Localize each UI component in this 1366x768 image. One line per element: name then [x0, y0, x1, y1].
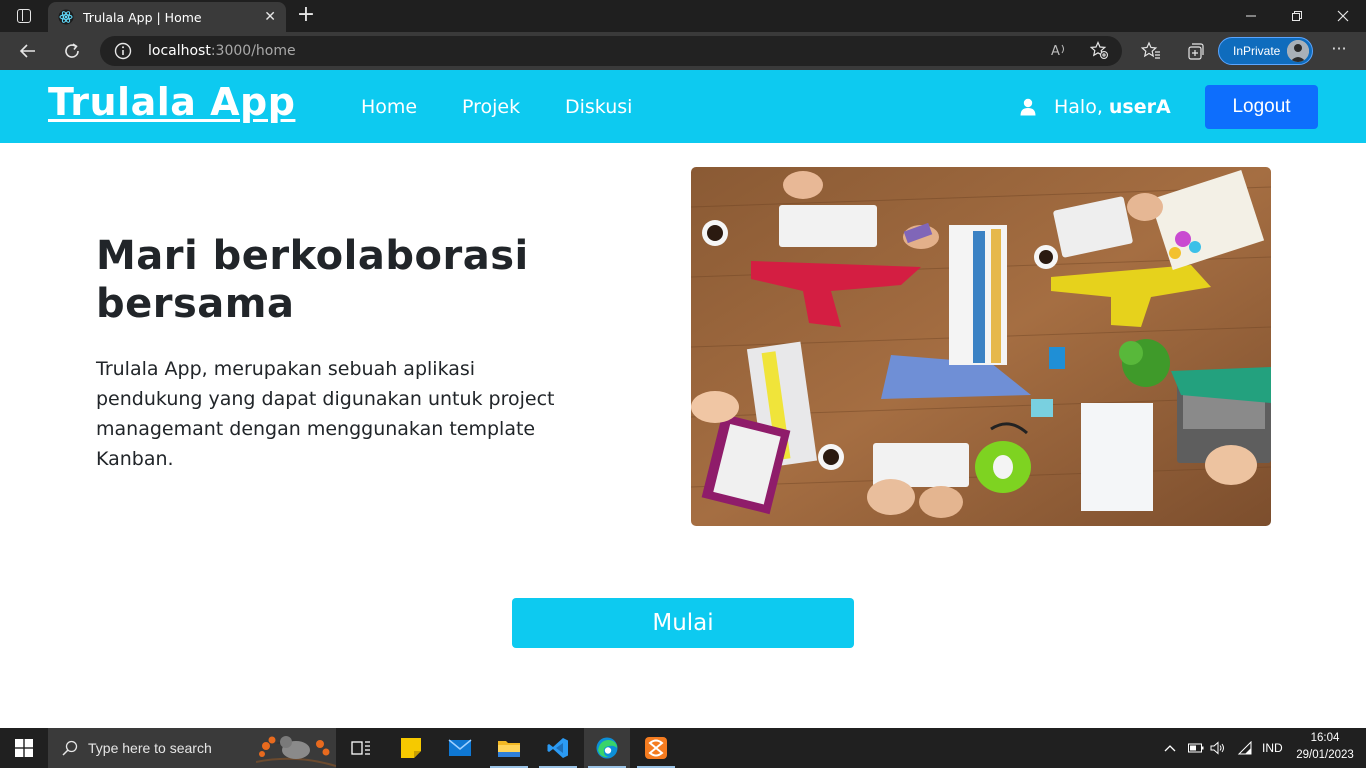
refresh-icon[interactable] — [58, 37, 86, 65]
react-favicon-icon — [58, 9, 74, 25]
edge-browser-icon[interactable] — [584, 728, 630, 768]
tab-actions-icon[interactable] — [8, 4, 40, 28]
user-icon — [1020, 98, 1036, 116]
clock[interactable]: 16:04 29/01/2023 — [1290, 730, 1360, 764]
minimize-icon[interactable] — [1228, 0, 1274, 32]
read-aloud-icon[interactable]: A — [1050, 41, 1068, 63]
settings-more-icon[interactable]: ··· — [1326, 38, 1352, 64]
brand-logo-link[interactable]: Trulala App — [48, 80, 295, 124]
url-host: localhost — [148, 43, 211, 59]
url-field[interactable]: localhost:3000/home A — [100, 36, 1122, 66]
mail-icon[interactable] — [437, 728, 483, 768]
username: userA — [1108, 96, 1171, 118]
app-navbar: Trulala App Home Projek Diskusi Halo, us… — [0, 70, 1366, 143]
search-icon — [62, 740, 78, 756]
tab-close-icon[interactable]: ✕ — [264, 9, 276, 25]
hero-description: Trulala App, merupakan sebuah aplikasi p… — [96, 358, 555, 470]
language-indicator[interactable]: IND — [1262, 728, 1283, 768]
inprivate-badge[interactable]: InPrivate — [1218, 37, 1313, 65]
sticky-notes-icon[interactable] — [388, 728, 434, 768]
restore-icon[interactable] — [1274, 0, 1320, 32]
logout-button[interactable]: Logout — [1205, 85, 1318, 129]
svg-text:A: A — [1051, 44, 1060, 59]
profile-avatar — [1287, 40, 1309, 62]
greeting-text: Halo, — [1054, 96, 1103, 118]
browser-tab-bar: Trulala App | Home ✕ + — [0, 0, 1366, 32]
collections-icon[interactable] — [1182, 38, 1208, 64]
address-toolbar: localhost:3000/home A InPrivate ··· — [0, 32, 1366, 70]
user-greeting: Halo, userA — [1020, 96, 1171, 118]
site-info-icon[interactable] — [114, 42, 132, 60]
tab-title: Trulala App | Home — [83, 9, 202, 25]
task-view-icon[interactable] — [338, 728, 384, 768]
inprivate-label: InPrivate — [1233, 44, 1281, 58]
close-window-icon[interactable] — [1320, 0, 1366, 32]
mulai-button[interactable]: Mulai — [512, 598, 854, 648]
hero-collaboration-image — [691, 167, 1271, 526]
new-tab-icon[interactable]: + — [294, 4, 318, 28]
vscode-icon[interactable] — [535, 728, 581, 768]
nav-link-projek[interactable]: Projek — [462, 96, 520, 118]
nav-link-home[interactable]: Home — [361, 96, 417, 118]
add-favorite-icon[interactable] — [1089, 41, 1108, 63]
favorites-icon[interactable] — [1138, 38, 1164, 64]
xampp-icon[interactable] — [633, 728, 679, 768]
search-placeholder: Type here to search — [88, 740, 212, 756]
nav-link-diskusi[interactable]: Diskusi — [565, 96, 632, 118]
hero-title: Mari berkolaborasi bersama — [96, 233, 529, 327]
clock-time: 16:04 — [1310, 732, 1340, 744]
show-hidden-icons[interactable] — [1164, 728, 1176, 768]
windows-taskbar: Type here to search IND 16:04 29/01/2023 — [0, 728, 1366, 768]
volume-icon[interactable] — [1210, 728, 1226, 768]
back-arrow-icon[interactable] — [14, 37, 42, 65]
url-path: :3000/home — [210, 43, 296, 59]
file-explorer-icon[interactable] — [486, 728, 532, 768]
clock-date: 29/01/2023 — [1296, 749, 1354, 761]
search-highlight-bird-icon — [256, 736, 336, 767]
network-icon[interactable] — [1237, 728, 1253, 768]
battery-icon[interactable] — [1188, 728, 1204, 768]
windows-start-icon[interactable] — [0, 728, 48, 768]
taskbar-search-box[interactable]: Type here to search — [48, 728, 336, 768]
browser-tab-active[interactable]: Trulala App | Home ✕ — [48, 2, 286, 32]
